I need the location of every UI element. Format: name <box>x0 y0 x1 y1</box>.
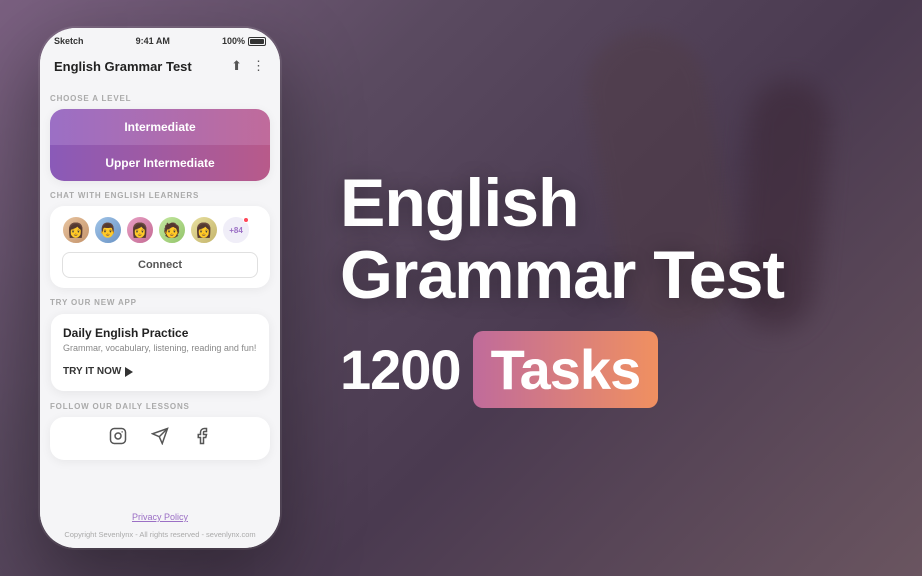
avatar-count-text: +84 <box>229 226 243 235</box>
avatar-count-badge: +84 <box>222 216 250 244</box>
privacy-policy-link[interactable]: Privacy Policy <box>50 512 270 522</box>
app-header: English Grammar Test ⬆ ⋮ <box>40 50 280 84</box>
avatar-5: 👩 <box>190 216 218 244</box>
share-icon[interactable]: ⬆ <box>231 58 242 74</box>
battery-icon <box>248 37 266 46</box>
avatar-face-3: 👩 <box>127 217 153 243</box>
avatar-face-5: 👩 <box>191 217 217 243</box>
chat-section-label: CHAT WITH ENGLISH LEARNERS <box>50 191 270 200</box>
tasks-row: 1200 Tasks <box>340 331 882 408</box>
new-app-label: TRY OUR NEW APP <box>50 298 270 307</box>
avatar-face-4: 🧑 <box>159 217 185 243</box>
avatar-2: 👨 <box>94 216 122 244</box>
phone-mockup: Sketch 9:41 AM 100% English Grammar Test… <box>40 28 280 548</box>
choose-level-label: CHOOSE A LEVEL <box>50 94 270 103</box>
status-icons: 100% <box>222 36 266 46</box>
tasks-number: 1200 <box>340 337 461 402</box>
instagram-icon[interactable] <box>109 427 127 450</box>
app-title: English Grammar Test <box>54 59 192 74</box>
phone-footer: Privacy Policy Copyright Sevenlynx - All… <box>40 506 280 548</box>
notification-dot <box>243 217 249 223</box>
try-it-now-button[interactable]: TRY IT NOW <box>63 366 133 377</box>
copyright-text: Copyright Sevenlynx - All rights reserve… <box>64 530 255 539</box>
social-section-label: FOLLOW OUR DAILY LESSONS <box>50 402 270 411</box>
telegram-icon[interactable] <box>151 427 169 450</box>
time-text: 9:41 AM <box>136 36 170 46</box>
avatar-4: 🧑 <box>158 216 186 244</box>
tasks-badge: Tasks <box>473 331 659 408</box>
try-cta-label: TRY IT NOW <box>63 366 121 377</box>
main-title: English Grammar Test <box>340 168 882 311</box>
title-line1: English <box>340 168 882 239</box>
avatar-face-1: 👩 <box>63 217 89 243</box>
level-intermediate[interactable]: Intermediate <box>50 109 270 145</box>
connect-button[interactable]: Connect <box>62 252 258 278</box>
upper-intermediate-label: Upper Intermediate <box>105 156 214 170</box>
try-arrow-icon <box>125 367 133 377</box>
level-card: Intermediate Upper Intermediate <box>50 109 270 181</box>
title-line2: Grammar Test <box>340 240 882 311</box>
main-content: Sketch 9:41 AM 100% English Grammar Test… <box>0 0 922 576</box>
avatars-row: 👩 👨 👩 🧑 👩 +84 <box>62 216 258 244</box>
more-icon[interactable]: ⋮ <box>252 58 266 74</box>
right-panel: English Grammar Test 1200 Tasks <box>320 168 882 408</box>
level-upper-intermediate[interactable]: Upper Intermediate <box>50 145 270 181</box>
connect-label: Connect <box>138 259 182 271</box>
phone-scrollable-content[interactable]: CHOOSE A LEVEL Intermediate Upper Interm… <box>40 84 280 506</box>
intermediate-label: Intermediate <box>124 120 195 134</box>
avatar-face-2: 👨 <box>95 217 121 243</box>
social-card <box>50 417 270 460</box>
status-bar: Sketch 9:41 AM 100% <box>40 28 280 50</box>
chat-card: 👩 👨 👩 🧑 👩 +84 <box>50 206 270 288</box>
carrier-text: Sketch <box>54 36 84 46</box>
header-actions: ⬆ ⋮ <box>231 58 266 74</box>
new-app-title: Daily English Practice <box>63 326 257 340</box>
avatar-3: 👩 <box>126 216 154 244</box>
facebook-icon[interactable] <box>193 427 211 450</box>
avatar-1: 👩 <box>62 216 90 244</box>
new-app-description: Grammar, vocabulary, listening, reading … <box>63 343 257 353</box>
battery-percent: 100% <box>222 36 245 46</box>
battery-fill <box>250 39 264 44</box>
new-app-card: Daily English Practice Grammar, vocabula… <box>50 313 270 392</box>
